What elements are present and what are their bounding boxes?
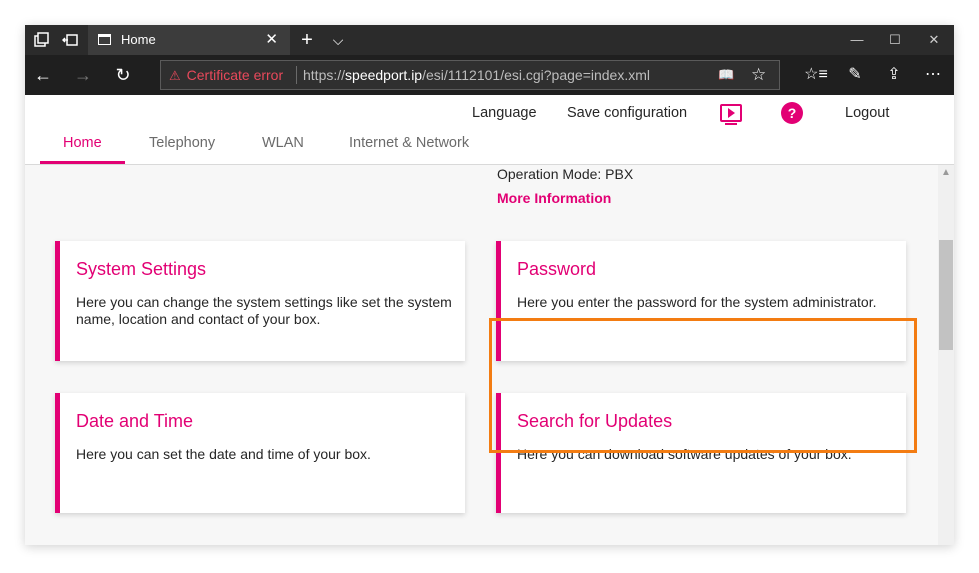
card-title[interactable]: Password	[517, 259, 596, 280]
tab-wlan[interactable]: WLAN	[262, 135, 304, 165]
card-description: Here you can set the date and time of yo…	[76, 446, 371, 462]
save-configuration-link[interactable]: Save configuration	[567, 105, 687, 121]
new-tab-button[interactable]: +	[297, 25, 317, 55]
help-icon[interactable]: ?	[781, 102, 803, 124]
close-tab-icon[interactable]: ✕	[265, 25, 278, 55]
favorites-hub-icon[interactable]: ☆≡	[799, 55, 833, 95]
card-system-settings[interactable]: System Settings Here you can change the …	[55, 241, 465, 361]
more-information-link[interactable]: More Information	[497, 190, 611, 206]
video-tutorial-icon[interactable]	[720, 104, 742, 125]
url-scheme: https://	[303, 67, 346, 83]
active-tab-indicator	[40, 161, 125, 164]
close-window-button[interactable]: ✕	[914, 25, 954, 55]
url-bar[interactable]: ⚠ Certificate error https://speedport.ip/…	[160, 60, 780, 90]
minimize-button[interactable]: —	[837, 25, 877, 55]
browser-tab-home[interactable]: Home ✕	[88, 25, 290, 55]
page-icon	[98, 34, 111, 45]
set-tabs-aside-icon[interactable]	[62, 32, 78, 48]
highlight-box	[489, 318, 917, 453]
vertical-scrollbar[interactable]	[938, 165, 954, 545]
reading-view-icon[interactable]: 📖	[718, 61, 734, 89]
address-bar-row: ← → ↻ ⚠ Certificate error https://speedpo…	[25, 55, 954, 95]
browser-window: Home ✕ + ⌵ — ☐ ✕ ← → ↻ ⚠ Certificate erro…	[25, 25, 954, 545]
card-date-and-time[interactable]: Date and Time Here you can set the date …	[55, 393, 465, 513]
share-icon[interactable]: ⇪	[877, 55, 911, 95]
url-text[interactable]: https://speedport.ip/esi/1112101/esi.cgi…	[303, 61, 650, 89]
refresh-button[interactable]: ↻	[105, 55, 141, 95]
card-description: Here you can change the system settings …	[76, 294, 452, 327]
more-menu-icon[interactable]: ⋯	[916, 55, 950, 95]
web-notes-pen-icon[interactable]: ✎	[838, 55, 872, 95]
tab-actions-icon[interactable]	[34, 32, 50, 48]
title-bar: Home ✕ + ⌵ — ☐ ✕	[25, 25, 954, 55]
card-title[interactable]: Date and Time	[76, 411, 193, 432]
maximize-button[interactable]: ☐	[875, 25, 915, 55]
forward-button[interactable]: →	[65, 55, 101, 95]
language-link[interactable]: Language	[472, 105, 537, 121]
scroll-up-arrow-icon[interactable]: ▲	[938, 165, 954, 181]
add-favorite-star-icon[interactable]: ☆	[751, 61, 766, 89]
logout-link[interactable]: Logout	[845, 105, 889, 121]
url-path: /esi/1112101/esi.cgi?page=index.xml	[422, 67, 651, 83]
router-header: Language Save configuration ? Logout Hom…	[25, 95, 954, 165]
tab-list-chevron-icon[interactable]: ⌵	[328, 25, 348, 55]
tab-telephony[interactable]: Telephony	[149, 135, 215, 165]
warning-icon: ⚠	[169, 68, 181, 83]
card-title[interactable]: System Settings	[76, 259, 206, 280]
certificate-error-label: Certificate error	[186, 67, 284, 83]
back-button[interactable]: ←	[25, 55, 61, 95]
tab-internet-network[interactable]: Internet & Network	[349, 135, 469, 165]
scrollbar-thumb[interactable]	[939, 240, 953, 350]
tab-title: Home	[121, 32, 156, 47]
card-description: Here you enter the password for the syst…	[517, 294, 877, 310]
operation-mode-text: Operation Mode: PBX	[497, 166, 634, 182]
url-host: speedport.ip	[345, 67, 423, 83]
url-divider	[296, 66, 297, 84]
certificate-error-indicator[interactable]: ⚠ Certificate error	[169, 61, 283, 89]
